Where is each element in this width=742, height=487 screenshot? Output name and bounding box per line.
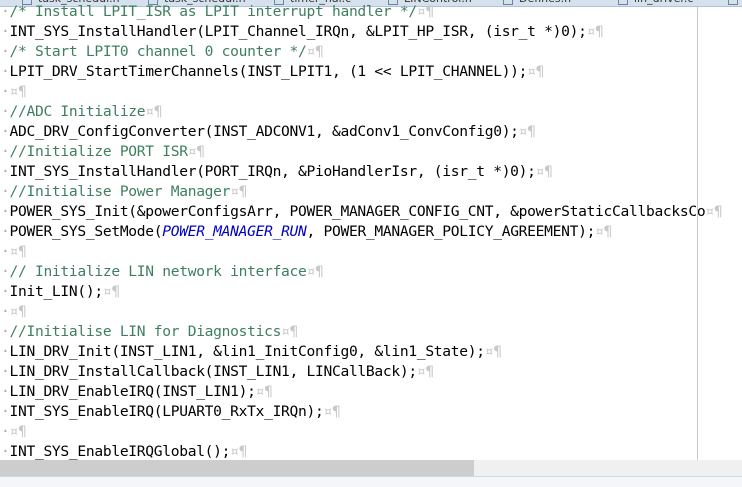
indent-marker: · (1, 23, 10, 40)
code-line: ·//ADC Initialize¤¶ (0, 102, 742, 122)
indent-marker: · (1, 443, 10, 460)
eol-marker: ¤¶ (230, 183, 248, 200)
code-line: ·INT_SYS_InstallHandler(PORT_IRQn, &PioH… (0, 162, 742, 182)
indent-marker: · (1, 343, 10, 360)
indent-marker: · (1, 123, 10, 140)
code-text: ADC_DRV_ConfigConverter(INST_ADCONV1, &a… (9, 123, 519, 140)
code-line: ·// Initialize LIN network interface¤¶ (0, 262, 742, 282)
eol-marker: ¤¶ (102, 283, 120, 300)
indent-marker: · (1, 323, 10, 340)
bottom-panel-edge (0, 476, 742, 487)
eol-marker: ¤¶ (255, 383, 273, 400)
eol-marker: ¤¶ (9, 243, 27, 260)
enum-constant: POWER_MANAGER_RUN (162, 223, 307, 240)
code-line: ·//Initialise LIN for Diagnostics¤¶ (0, 322, 742, 342)
code-text: POWER_SYS_SetMode( (9, 223, 163, 240)
code-text: LIN_DRV_EnableIRQ(INST_LIN1); (9, 383, 256, 400)
comment-text: /* Start LPIT0 channel 0 counter */ (9, 43, 307, 60)
indent-marker: · (1, 283, 10, 300)
indent-marker: · (1, 243, 10, 260)
comment-text: //Initialise LIN for Diagnostics (9, 323, 282, 340)
indent-marker: · (1, 103, 10, 120)
code-line: ·¤¶ (0, 242, 742, 262)
code-line: ·ADC_DRV_ConfigConverter(INST_ADCONV1, &… (0, 122, 742, 142)
indent-marker: · (1, 83, 10, 100)
indent-marker: · (1, 63, 10, 80)
indent-marker: · (1, 43, 10, 60)
eol-marker: ¤¶ (484, 343, 502, 360)
comment-text: //Initialize PORT ISR (9, 143, 189, 160)
comment-text: //Initialise Power Manager (9, 183, 231, 200)
code-text: INT_SYS_EnableIRQGlobal(); (9, 443, 231, 460)
eol-marker: ¤¶ (416, 3, 434, 20)
code-line: ·//Initialise Power Manager¤¶ (0, 182, 742, 202)
indent-marker: · (1, 423, 10, 440)
indent-marker: · (1, 143, 10, 160)
code-text: LIN_DRV_Init(INST_LIN1, &lin1_InitConfig… (9, 343, 486, 360)
eol-marker: ¤¶ (586, 23, 604, 40)
code-text: INT_SYS_EnableIRQ(LPUART0_RxTx_IRQn); (9, 403, 324, 420)
eol-marker: ¤¶ (416, 363, 434, 380)
code-line: ·/* Install LPIT_ISR as LPIT interrupt h… (0, 2, 742, 22)
eol-marker: ¤¶ (705, 203, 723, 220)
comment-text: /* Install LPIT_ISR as LPIT interrupt ha… (9, 3, 418, 20)
code-line: ·LPIT_DRV_StartTimerChannels(INST_LPIT1,… (0, 62, 742, 82)
code-line: ·/* Start LPIT0 channel 0 counter */¤¶ (0, 42, 742, 62)
code-text: INT_SYS_InstallHandler(PORT_IRQn, &PioHa… (9, 163, 536, 180)
eol-marker: ¤¶ (187, 143, 205, 160)
eol-marker: ¤¶ (527, 63, 545, 80)
indent-marker: · (1, 303, 10, 320)
eol-marker: ¤¶ (306, 263, 324, 280)
code-line: ·LIN_DRV_Init(INST_LIN1, &lin1_InitConfi… (0, 342, 742, 362)
indent-marker: · (1, 223, 10, 240)
code-line: ·//Initialize PORT ISR¤¶ (0, 142, 742, 162)
code-text: INT_SYS_InstallHandler(LPIT_Channel_IRQn… (9, 23, 587, 40)
code-line: ·¤¶ (0, 302, 742, 322)
eol-marker: ¤¶ (281, 323, 299, 340)
code-text: POWER_SYS_Init(&powerConfigsArr, POWER_M… (9, 203, 706, 220)
eol-marker: ¤¶ (535, 163, 553, 180)
indent-marker: · (1, 183, 10, 200)
indent-marker: · (1, 383, 10, 400)
code-line: ·LIN_DRV_InstallCallback(INST_LIN1, LINC… (0, 362, 742, 382)
eol-marker: ¤¶ (230, 443, 248, 460)
indent-marker: · (1, 163, 10, 180)
eol-marker: ¤¶ (518, 123, 536, 140)
code-text: LIN_DRV_InstallCallback(INST_LIN1, LINCa… (9, 363, 418, 380)
eol-marker: ¤¶ (145, 103, 163, 120)
indent-marker: · (1, 3, 10, 20)
code-editor[interactable]: ·/* Install LPIT_ISR as LPIT interrupt h… (0, 2, 742, 462)
eol-marker: ¤¶ (595, 223, 613, 240)
eol-marker: ¤¶ (9, 303, 27, 320)
code-line: ·¤¶ (0, 422, 742, 442)
print-margin-line (697, 7, 698, 460)
code-line: ·INT_SYS_EnableIRQ(LPUART0_RxTx_IRQn);¤¶ (0, 402, 742, 422)
code-line: ·¤¶ (0, 82, 742, 102)
code-text: Init_LIN(); (9, 283, 104, 300)
code-line: ·INT_SYS_EnableIRQGlobal();¤¶ (0, 442, 742, 462)
eol-marker: ¤¶ (9, 423, 27, 440)
code-line: ·Init_LIN();¤¶ (0, 282, 742, 302)
comment-text: // Initialize LIN network interface (9, 263, 307, 280)
horizontal-scrollbar[interactable] (0, 460, 742, 476)
code-text: , POWER_MANAGER_POLICY_AGREEMENT); (306, 223, 596, 240)
code-line: ·POWER_SYS_Init(&powerConfigsArr, POWER_… (0, 202, 742, 222)
indent-marker: · (1, 263, 10, 280)
code-line: ·LIN_DRV_EnableIRQ(INST_LIN1);¤¶ (0, 382, 742, 402)
code-line: ·INT_SYS_InstallHandler(LPIT_Channel_IRQ… (0, 22, 742, 42)
code-text: LPIT_DRV_StartTimerChannels(INST_LPIT1, … (9, 63, 528, 80)
indent-marker: · (1, 363, 10, 380)
indent-marker: · (1, 203, 10, 220)
comment-text: //ADC Initialize (9, 103, 146, 120)
scrollbar-thumb[interactable] (0, 460, 474, 476)
code-line: ·POWER_SYS_SetMode(POWER_MANAGER_RUN, PO… (0, 222, 742, 242)
eol-marker: ¤¶ (306, 43, 324, 60)
indent-marker: · (1, 403, 10, 420)
eol-marker: ¤¶ (323, 403, 341, 420)
eol-marker: ¤¶ (9, 83, 27, 100)
